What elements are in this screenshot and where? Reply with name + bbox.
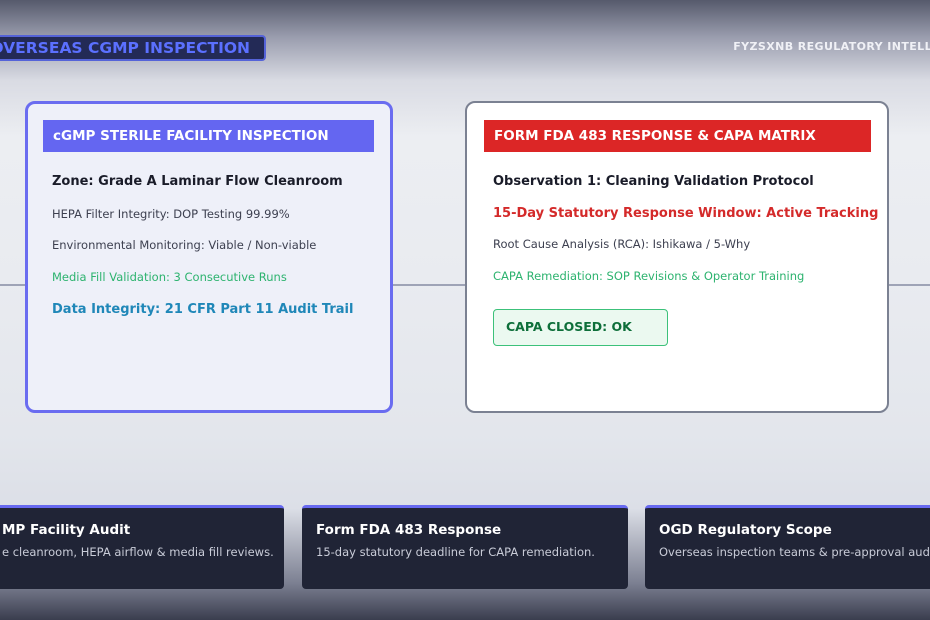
tile-title: MP Facility Audit: [2, 522, 131, 538]
regulatory-scope-tile[interactable]: OGD Regulatory Scope Overseas inspection…: [645, 505, 930, 589]
media-fill-text: Media Fill Validation: 3 Consecutive Run…: [52, 270, 287, 284]
facility-card-header: cGMP STERILE FACILITY INSPECTION: [43, 120, 374, 152]
facility-audit-tile[interactable]: MP Facility Audit e cleanroom, HEPA airf…: [0, 505, 284, 589]
observation-label: Observation 1: Cleaning Validation Proto…: [493, 174, 814, 189]
tile-title: OGD Regulatory Scope: [659, 522, 832, 538]
inspection-title-tag: A OVERSEAS CGMP INSPECTION: [0, 35, 266, 61]
root-cause-text: Root Cause Analysis (RCA): Ishikawa / 5-…: [493, 237, 751, 251]
capa-card-header: FORM FDA 483 RESPONSE & CAPA MATRIX: [484, 120, 871, 152]
data-integrity-text: Data Integrity: 21 CFR Part 11 Audit Tra…: [52, 302, 354, 317]
response-window-text: 15-Day Statutory Response Window: Active…: [493, 206, 879, 221]
capa-matrix-card: FORM FDA 483 RESPONSE & CAPA MATRIX Obse…: [465, 101, 889, 413]
facility-inspection-card: cGMP STERILE FACILITY INSPECTION Zone: G…: [25, 101, 393, 413]
tile-description: e cleanroom, HEPA airflow & media fill r…: [2, 545, 274, 559]
brand-label: FYZSXNB REGULATORY INTELL: [733, 40, 930, 53]
inspection-title: A OVERSEAS CGMP INSPECTION: [0, 39, 250, 57]
environmental-monitoring-text: Environmental Monitoring: Viable / Non-v…: [52, 238, 317, 252]
capa-status-badge: CAPA CLOSED: OK: [493, 309, 668, 346]
tile-title: Form FDA 483 Response: [316, 522, 502, 538]
tile-description: Overseas inspection teams & pre-approval…: [659, 545, 930, 559]
zone-label: Zone: Grade A Laminar Flow Cleanroom: [52, 174, 343, 189]
capa-remediation-text: CAPA Remediation: SOP Revisions & Operat…: [493, 269, 805, 283]
tile-description: 15-day statutory deadline for CAPA remed…: [316, 545, 595, 559]
hepa-integrity-text: HEPA Filter Integrity: DOP Testing 99.99…: [52, 207, 290, 221]
fda-483-response-tile[interactable]: Form FDA 483 Response 15-day statutory d…: [302, 505, 628, 589]
